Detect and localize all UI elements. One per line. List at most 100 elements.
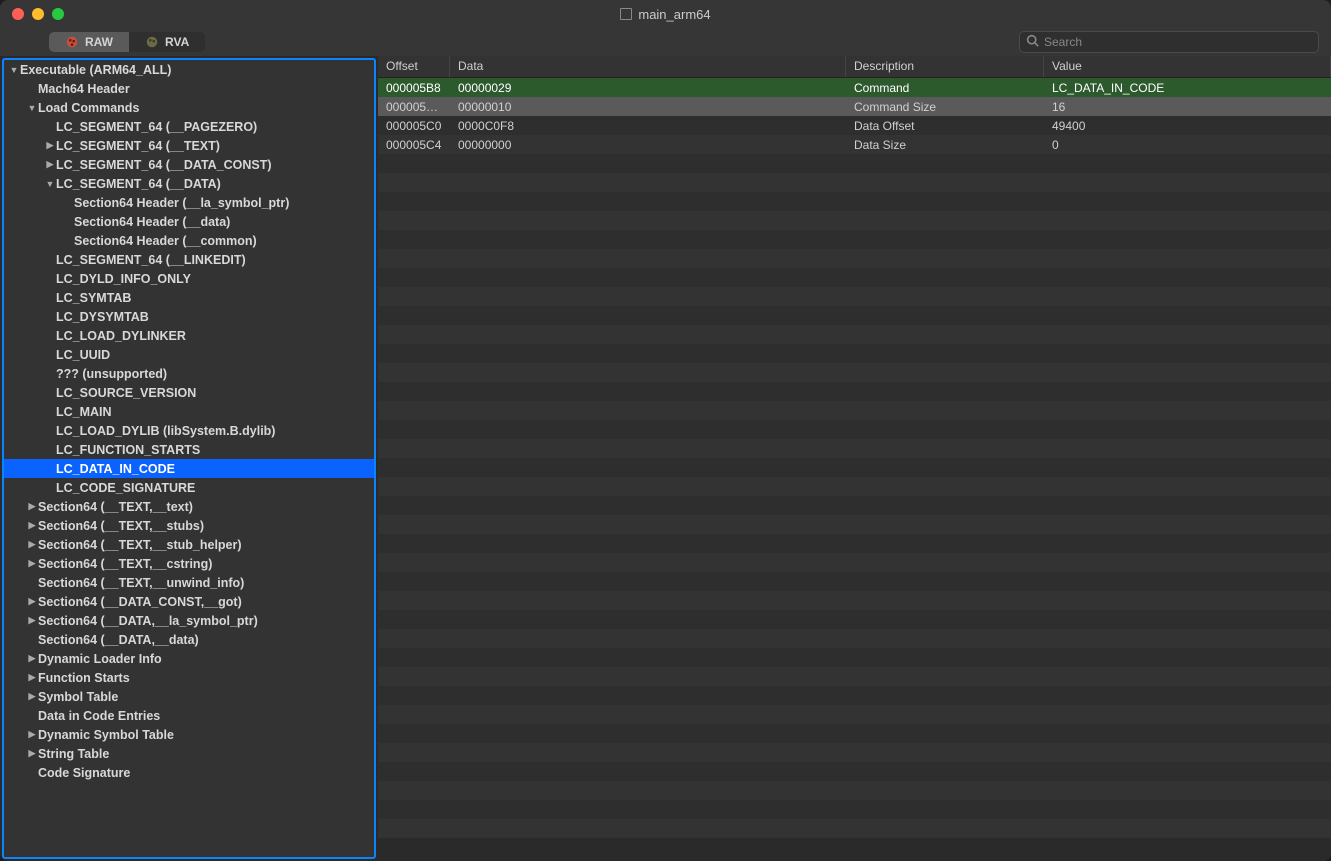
chevron-right-icon[interactable]: ▶: [26, 729, 38, 740]
table-row[interactable]: 000005B800000029CommandLC_DATA_IN_CODE: [378, 78, 1331, 97]
tree-item-label: Dynamic Symbol Table: [38, 728, 174, 742]
tree-item-label: Section64 (__TEXT,__stubs): [38, 519, 204, 533]
search-box[interactable]: [1019, 31, 1319, 53]
tree-item[interactable]: ▶Symbol Table: [4, 687, 374, 706]
tree-item[interactable]: Data in Code Entries: [4, 706, 374, 725]
tree-item[interactable]: ▶LC_SEGMENT_64 (__TEXT): [4, 136, 374, 155]
cell-offset: 000005C4: [378, 138, 450, 152]
tree-item[interactable]: ▶Dynamic Loader Info: [4, 649, 374, 668]
cell-data: 00000010: [450, 100, 846, 114]
table-body[interactable]: 000005B800000029CommandLC_DATA_IN_CODE00…: [378, 78, 1331, 861]
tree-item[interactable]: ▶LC_SEGMENT_64 (__DATA_CONST): [4, 155, 374, 174]
tree-item[interactable]: ▼LC_SEGMENT_64 (__DATA): [4, 174, 374, 193]
empty-row: [378, 420, 1331, 439]
chevron-right-icon[interactable]: ▶: [26, 615, 38, 626]
empty-row: [378, 363, 1331, 382]
empty-row: [378, 154, 1331, 173]
tree-item[interactable]: Section64 (__TEXT,__unwind_info): [4, 573, 374, 592]
empty-row: [378, 629, 1331, 648]
column-header-data[interactable]: Data: [450, 56, 846, 77]
tree-item[interactable]: LC_SYMTAB: [4, 288, 374, 307]
tree-item[interactable]: Section64 Header (__la_symbol_ptr): [4, 193, 374, 212]
tree-item-label: Data in Code Entries: [38, 709, 160, 723]
chevron-right-icon[interactable]: ▶: [26, 539, 38, 550]
tree-item[interactable]: ▶Section64 (__TEXT,__text): [4, 497, 374, 516]
close-window-button[interactable]: [12, 8, 24, 20]
tree-item-label: LC_SEGMENT_64 (__DATA): [56, 177, 221, 191]
tree-item[interactable]: Mach64 Header: [4, 79, 374, 98]
tree-item[interactable]: ▼Load Commands: [4, 98, 374, 117]
tree-item-label: LC_SYMTAB: [56, 291, 131, 305]
chevron-right-icon[interactable]: ▶: [26, 558, 38, 569]
tree-item[interactable]: ▶Section64 (__DATA_CONST,__got): [4, 592, 374, 611]
tree-item[interactable]: ▼Executable (ARM64_ALL): [4, 60, 374, 79]
zoom-window-button[interactable]: [52, 8, 64, 20]
tree-item-label: Section64 (__DATA,__la_symbol_ptr): [38, 614, 258, 628]
cell-offset: 000005C0: [378, 119, 450, 133]
tree-item-label: LC_SEGMENT_64 (__TEXT): [56, 139, 220, 153]
column-header-value[interactable]: Value: [1044, 56, 1331, 77]
tree-item[interactable]: Section64 Header (__common): [4, 231, 374, 250]
tree-item[interactable]: LC_DATA_IN_CODE: [4, 459, 374, 478]
chevron-right-icon[interactable]: ▶: [26, 501, 38, 512]
chevron-down-icon[interactable]: ▼: [8, 65, 20, 75]
tree-item[interactable]: ▶Dynamic Symbol Table: [4, 725, 374, 744]
tree-item[interactable]: LC_SEGMENT_64 (__PAGEZERO): [4, 117, 374, 136]
sidebar-tree[interactable]: ▼Executable (ARM64_ALL)Mach64 Header▼Loa…: [2, 58, 376, 859]
tree-item[interactable]: LC_DYSYMTAB: [4, 307, 374, 326]
chevron-right-icon[interactable]: ▶: [26, 748, 38, 759]
tree-item-label: LC_SEGMENT_64 (__DATA_CONST): [56, 158, 272, 172]
tree-item[interactable]: LC_MAIN: [4, 402, 374, 421]
chevron-right-icon[interactable]: ▶: [26, 520, 38, 531]
tree-item-label: Load Commands: [38, 101, 139, 115]
empty-row: [378, 401, 1331, 420]
tree-item[interactable]: ▶Function Starts: [4, 668, 374, 687]
main-panel: Offset Data Description Value 000005B800…: [378, 56, 1331, 861]
tree-item[interactable]: Section64 (__DATA,__data): [4, 630, 374, 649]
search-input[interactable]: [1044, 35, 1312, 49]
chevron-down-icon[interactable]: ▼: [44, 179, 56, 189]
table-row[interactable]: 000005C400000000Data Size0: [378, 135, 1331, 154]
empty-row: [378, 173, 1331, 192]
tree-item[interactable]: LC_CODE_SIGNATURE: [4, 478, 374, 497]
table-row[interactable]: 000005BC00000010Command Size16: [378, 97, 1331, 116]
cell-value: 16: [1044, 100, 1331, 114]
chevron-right-icon[interactable]: ▶: [44, 140, 56, 151]
minimize-window-button[interactable]: [32, 8, 44, 20]
tree-item[interactable]: Section64 Header (__data): [4, 212, 374, 231]
chevron-right-icon[interactable]: ▶: [26, 653, 38, 664]
window-title-text: main_arm64: [638, 7, 710, 22]
chevron-right-icon[interactable]: ▶: [26, 691, 38, 702]
tree-item[interactable]: ▶Section64 (__DATA,__la_symbol_ptr): [4, 611, 374, 630]
tree-item[interactable]: ▶Section64 (__TEXT,__cstring): [4, 554, 374, 573]
tree-item[interactable]: ▶String Table: [4, 744, 374, 763]
tree-item[interactable]: Code Signature: [4, 763, 374, 782]
tree-item[interactable]: LC_LOAD_DYLIB (libSystem.B.dylib): [4, 421, 374, 440]
tree-item[interactable]: LC_FUNCTION_STARTS: [4, 440, 374, 459]
chevron-down-icon[interactable]: ▼: [26, 103, 38, 113]
tree-item[interactable]: LC_UUID: [4, 345, 374, 364]
tree-item[interactable]: LC_DYLD_INFO_ONLY: [4, 269, 374, 288]
tree-item-label: Symbol Table: [38, 690, 118, 704]
tree-item-label: LC_MAIN: [56, 405, 112, 419]
column-header-offset[interactable]: Offset: [378, 56, 450, 77]
column-header-description[interactable]: Description: [846, 56, 1044, 77]
rva-tab[interactable]: RVA: [129, 32, 205, 52]
tree-item[interactable]: ▶Section64 (__TEXT,__stub_helper): [4, 535, 374, 554]
tree-item[interactable]: LC_SEGMENT_64 (__LINKEDIT): [4, 250, 374, 269]
tree-item-label: LC_LOAD_DYLIB (libSystem.B.dylib): [56, 424, 275, 438]
chevron-right-icon[interactable]: ▶: [44, 159, 56, 170]
table-row[interactable]: 000005C00000C0F8Data Offset49400: [378, 116, 1331, 135]
tree-item[interactable]: LC_LOAD_DYLINKER: [4, 326, 374, 345]
tree-item-label: LC_SOURCE_VERSION: [56, 386, 196, 400]
cell-value: LC_DATA_IN_CODE: [1044, 81, 1331, 95]
tree-item[interactable]: ??? (unsupported): [4, 364, 374, 383]
chevron-right-icon[interactable]: ▶: [26, 672, 38, 683]
empty-row: [378, 667, 1331, 686]
chevron-right-icon[interactable]: ▶: [26, 596, 38, 607]
search-icon: [1026, 34, 1039, 50]
raw-tab[interactable]: RAW: [49, 32, 129, 52]
tree-item[interactable]: ▶Section64 (__TEXT,__stubs): [4, 516, 374, 535]
empty-row: [378, 306, 1331, 325]
tree-item[interactable]: LC_SOURCE_VERSION: [4, 383, 374, 402]
